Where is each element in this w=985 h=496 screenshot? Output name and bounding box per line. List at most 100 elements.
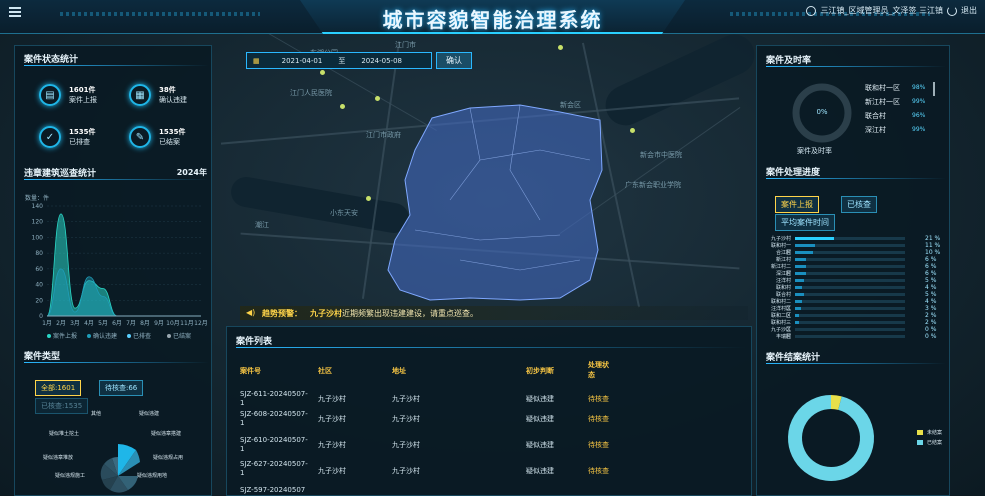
y-tick-label: 60 bbox=[35, 266, 43, 273]
type-label: 其他 bbox=[91, 411, 102, 417]
stat-confirmed: ▦ 38件 确认违建 bbox=[129, 84, 187, 106]
menu-icon[interactable] bbox=[9, 7, 21, 17]
bar-label: 汪洋村 bbox=[775, 278, 791, 284]
legend-dot bbox=[47, 334, 51, 338]
bar-label: 深江村 bbox=[775, 271, 791, 277]
confirm-button[interactable]: 确认 bbox=[436, 52, 472, 69]
bar-value: 0 % bbox=[925, 326, 937, 333]
rate-value: 99% bbox=[912, 126, 926, 133]
date-start[interactable]: 2021-04-01 bbox=[282, 57, 323, 65]
x-tick-label: 9月 bbox=[154, 320, 164, 327]
stat-value: 38件 bbox=[159, 86, 176, 94]
table-cell: 九子沙村 bbox=[318, 467, 346, 475]
right-panel: 案件及时率 0% 案件及时率 联和村一区 98% 新江村一区 99% 联合村 9… bbox=[756, 45, 950, 496]
bar-value: 6 % bbox=[925, 263, 937, 270]
patrol-year: 2024年 bbox=[176, 168, 207, 177]
date-separator: 至 bbox=[338, 56, 346, 65]
x-tick-label: 5月 bbox=[98, 320, 108, 327]
bar-value: 11 % bbox=[925, 242, 941, 249]
logout-link[interactable]: 退出 bbox=[961, 5, 977, 16]
table-cell[interactable]: SJZ-608-20240507-1 bbox=[240, 410, 310, 428]
bar-value: 3 % bbox=[925, 305, 937, 312]
bar-value: 2 % bbox=[925, 312, 937, 319]
table-cell: 疑似违建 bbox=[526, 415, 554, 423]
rate-value: 99% bbox=[912, 98, 926, 105]
stat-label: 已结案 bbox=[159, 138, 180, 146]
date-range-picker[interactable]: ▦ 2021-04-01 至 2024-05-08 bbox=[246, 52, 432, 69]
speaker-icon: ◀) bbox=[246, 308, 256, 317]
legend-label: 确认违建 bbox=[93, 332, 117, 340]
bar-value: 4 % bbox=[925, 284, 937, 291]
donut-slice bbox=[830, 395, 842, 410]
trend-alert: ◀) 趋势预警： 九子沙村 近期频繁出现违建建设，请重点巡查。 bbox=[240, 306, 748, 320]
legend-dot bbox=[127, 334, 131, 338]
x-tick-label: 7月 bbox=[126, 320, 136, 327]
table-cell: 疑似违建 bbox=[526, 395, 554, 403]
status-cell[interactable]: 待核查 bbox=[588, 440, 609, 450]
date-end[interactable]: 2024-05-08 bbox=[361, 57, 402, 65]
table-cell[interactable]: SJZ-627-20240507-1 bbox=[240, 460, 310, 478]
stat-reported: ▤ 1601件 案件上报 bbox=[39, 84, 97, 106]
table-cell: 疑似违建 bbox=[526, 441, 554, 449]
legend-label: 案件上报 bbox=[53, 332, 77, 340]
x-tick-label: 3月 bbox=[70, 320, 80, 327]
rate-value: 96% bbox=[912, 112, 926, 119]
bar-track bbox=[795, 300, 905, 303]
y-tick-label: 0 bbox=[39, 313, 43, 320]
status-cell[interactable]: 待核查 bbox=[588, 394, 609, 404]
y-tick-label: 20 bbox=[35, 297, 43, 304]
status-title: 案件状态统计 bbox=[24, 52, 209, 66]
table-cell: 九子沙村 bbox=[392, 441, 420, 449]
x-tick-label: 10月 bbox=[166, 320, 180, 327]
progress-avgtime-button[interactable]: 平均案件时间 bbox=[775, 214, 835, 231]
rate-scrollbar[interactable] bbox=[933, 82, 935, 96]
user-icon bbox=[806, 5, 817, 16]
calendar-icon: ▦ bbox=[253, 56, 260, 65]
type-label: 疑似违章搭建 bbox=[151, 431, 182, 437]
bar bbox=[795, 321, 799, 324]
table-cell[interactable]: SJZ-611-20240507-1 bbox=[240, 390, 310, 408]
filter-pending-button[interactable]: 待核查:66 bbox=[99, 380, 144, 396]
left-panel: 案件状态统计 ▤ 1601件 案件上报 ▦ 38件 确认违建 ✓ 1535件 已排查 … bbox=[14, 45, 212, 496]
table-cell: 九子沙村 bbox=[392, 415, 420, 423]
status-cell[interactable]: 待核查 bbox=[588, 466, 609, 476]
bar-value: 5 % bbox=[925, 277, 937, 284]
rate-caption: 案件及时率 bbox=[797, 147, 832, 155]
table-cell[interactable]: SJZ-610-20240507-1 bbox=[240, 436, 310, 454]
legend-dot bbox=[167, 334, 171, 338]
table-cell[interactable]: SJZ-597-20240507 bbox=[240, 486, 305, 494]
alert-text: 近期频繁出现违建建设，请重点巡查。 bbox=[342, 309, 478, 318]
bar-value: 10 % bbox=[925, 249, 941, 256]
donut-slice bbox=[788, 395, 874, 481]
legend-swatch bbox=[917, 440, 923, 445]
user-area: 三江镇_区域管理员_文泽签 三江镇 退出 bbox=[806, 5, 977, 16]
bar-track bbox=[795, 286, 905, 289]
type-label: 疑似违建 bbox=[139, 411, 160, 417]
rate-name: 新江村一区 bbox=[865, 98, 900, 106]
progress-reported-button[interactable]: 案件上报 bbox=[775, 196, 819, 213]
bar-label: 丰瑞村 bbox=[775, 334, 791, 340]
x-tick-label: 1月 bbox=[42, 320, 52, 327]
progress-checked-button[interactable]: 已核查 bbox=[841, 196, 877, 213]
type-label: 疑似堆土挖土 bbox=[49, 431, 80, 437]
bar-value: 2 % bbox=[925, 319, 937, 326]
filter-all-button[interactable]: 全部:1601 bbox=[35, 380, 82, 396]
stat-closed: ✎ 1535件 已结案 bbox=[129, 126, 185, 148]
table-cell: 九子沙村 bbox=[392, 467, 420, 475]
bar-label: 合江村 bbox=[775, 250, 791, 256]
header-bar: 城市容貌智能治理系统 三江镇_区域管理员_文泽签 三江镇 退出 bbox=[0, 0, 985, 34]
status-cell[interactable]: 待核查 bbox=[588, 414, 609, 424]
type-title: 案件类型 bbox=[24, 349, 209, 363]
bar-track bbox=[795, 265, 905, 268]
table-cell: 九子沙村 bbox=[318, 441, 346, 449]
type-radial-chart bbox=[100, 444, 140, 493]
power-icon[interactable] bbox=[947, 5, 957, 16]
shield-icon: ✓ bbox=[39, 126, 61, 148]
legend-dot bbox=[87, 334, 91, 338]
col-header: 案件号 bbox=[240, 367, 261, 375]
rate-value: 98% bbox=[912, 84, 926, 91]
rate-name: 联合村 bbox=[865, 112, 886, 120]
close-title: 案件结案统计 bbox=[766, 350, 946, 364]
y-tick-label: 120 bbox=[32, 219, 44, 226]
rate-name: 联和村一区 bbox=[865, 84, 900, 92]
